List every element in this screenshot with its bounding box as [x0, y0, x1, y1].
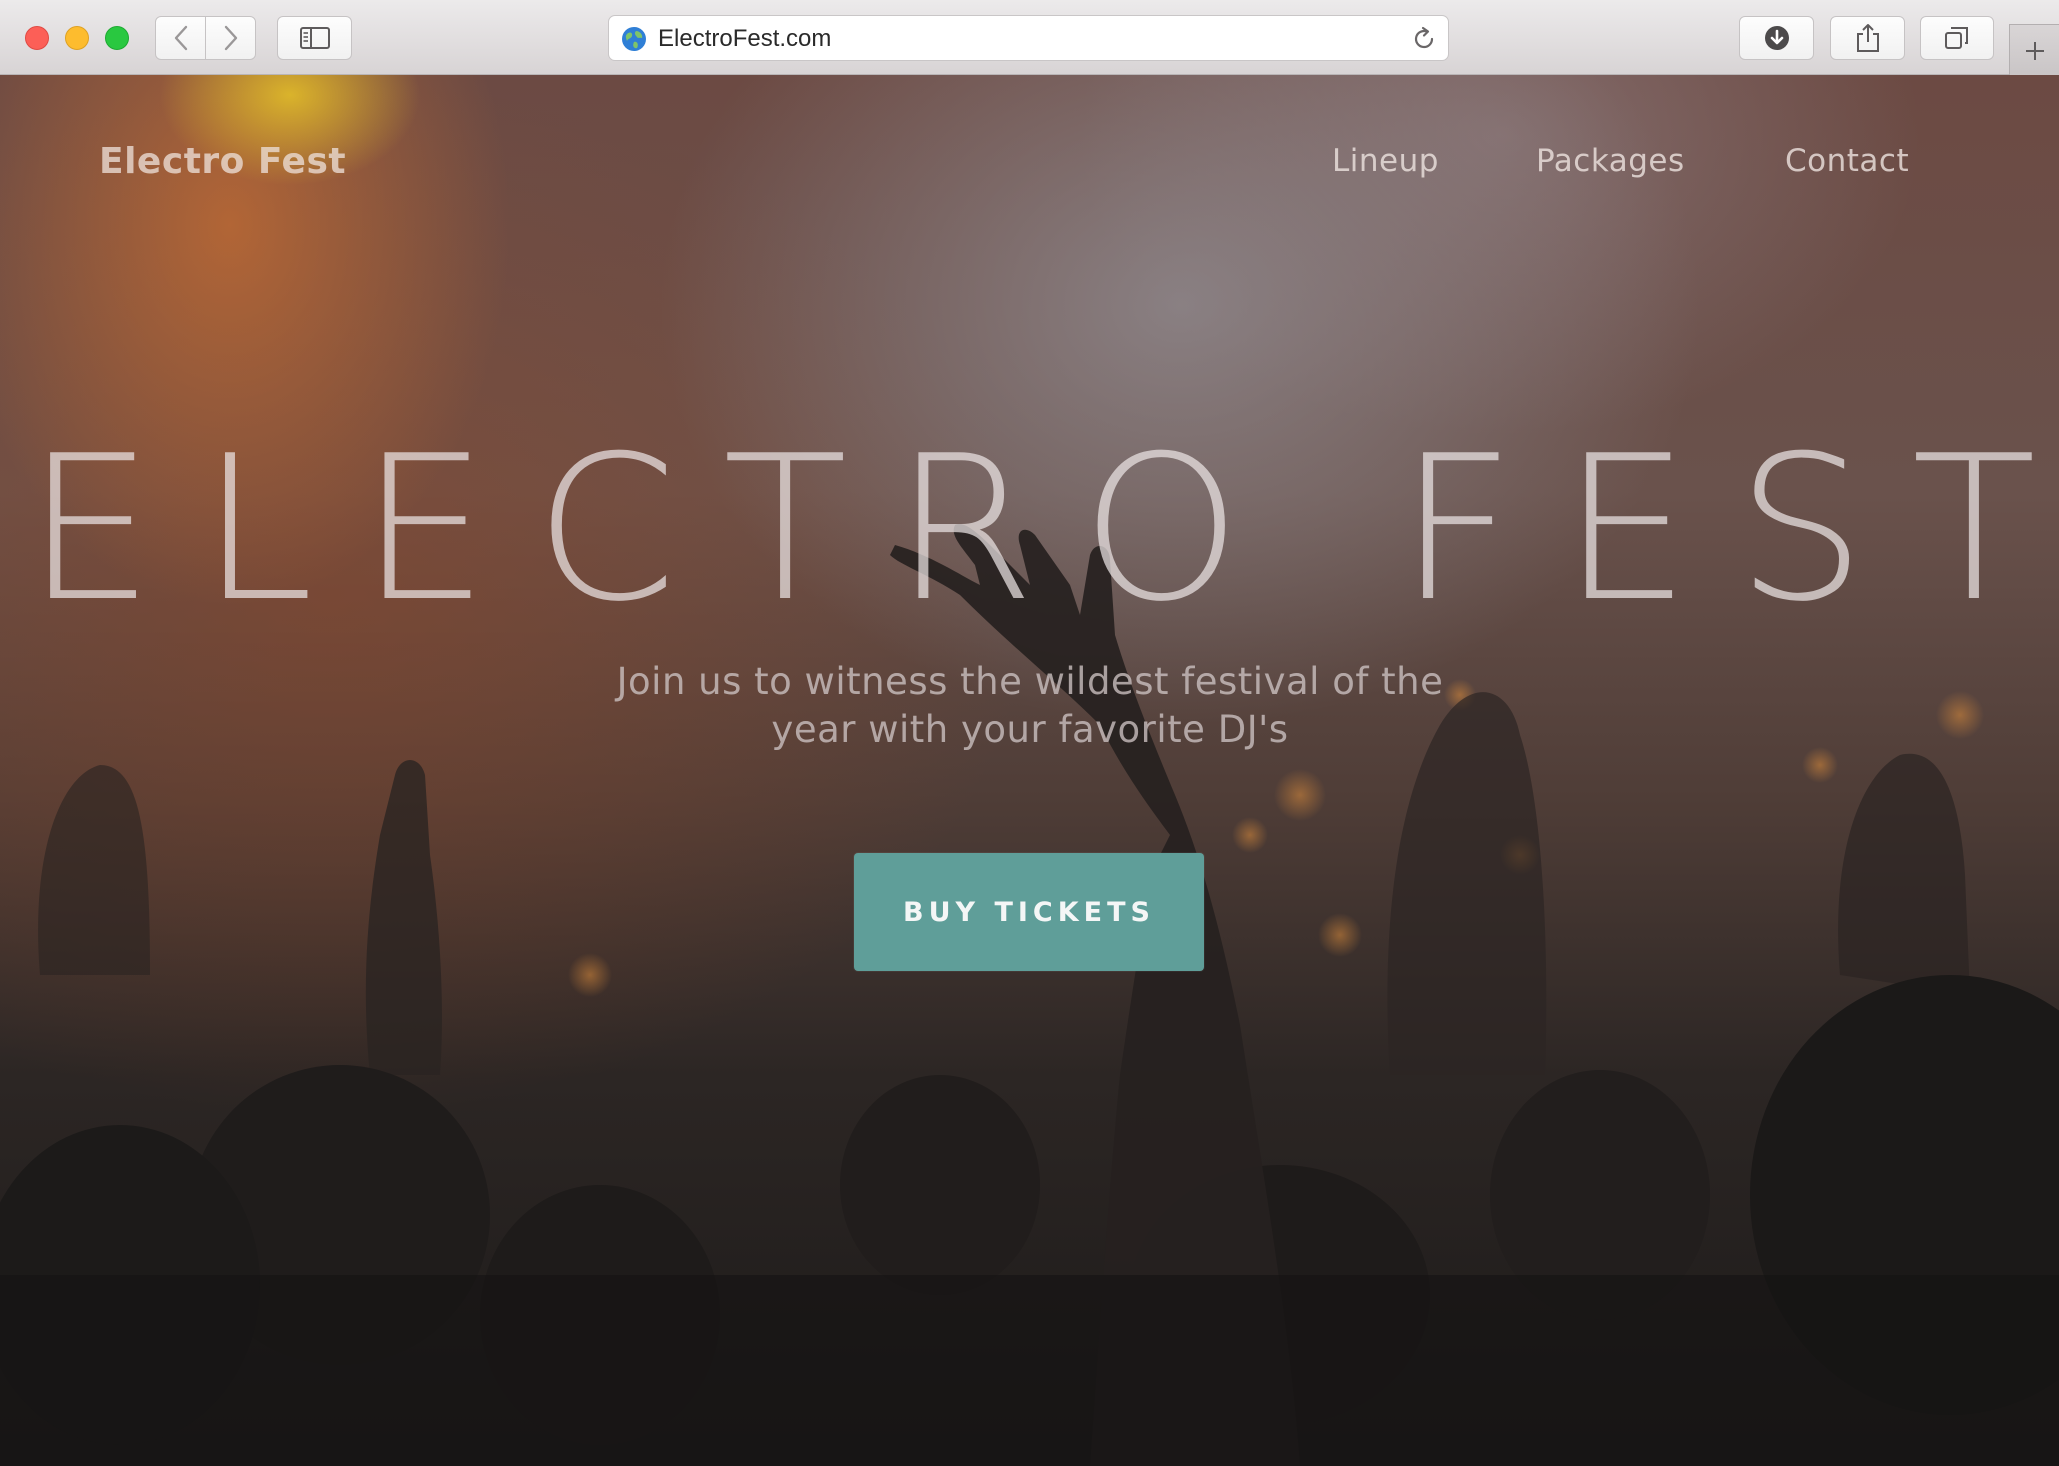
- hero-subtitle-line-1: Join us to witness the wildest festival …: [616, 660, 1444, 703]
- main-nav: Lineup Packages Contact: [0, 143, 2059, 193]
- address-bar[interactable]: ElectroFest.com: [608, 15, 1449, 61]
- sidebar-icon: [299, 27, 330, 49]
- plus-icon: [2025, 41, 2044, 60]
- nav-link-contact[interactable]: Contact: [1785, 143, 1909, 179]
- chevron-right-icon: [224, 25, 237, 51]
- hero-title: ELECTRO FEST: [25, 413, 2059, 646]
- url-text: ElectroFest.com: [658, 25, 832, 52]
- hero-subtitle-line-2: year with your favorite DJ's: [771, 708, 1289, 751]
- close-window-button[interactable]: [25, 26, 49, 50]
- globe-icon: [622, 27, 646, 51]
- hero-subtitle: Join us to witness the wildest festival …: [530, 658, 1530, 754]
- nav-link-packages[interactable]: Packages: [1536, 143, 1685, 179]
- browser-window: ElectroFest.com Electro Fest Lineup Pack…: [0, 0, 2059, 1466]
- downloads-button[interactable]: [1739, 16, 1814, 60]
- show-tabs-button[interactable]: [1920, 16, 1994, 60]
- history-nav-group: [155, 16, 256, 60]
- reload-icon[interactable]: [1410, 25, 1438, 53]
- buy-tickets-button[interactable]: BUY TICKETS: [854, 853, 1204, 971]
- concert-crowd-image: [0, 524, 2059, 1466]
- browser-toolbar: ElectroFest.com: [0, 0, 2059, 76]
- sidebar-toggle-button[interactable]: [277, 16, 352, 60]
- share-icon: [1856, 24, 1879, 52]
- minimize-window-button[interactable]: [65, 26, 89, 50]
- share-button[interactable]: [1830, 16, 1905, 60]
- forward-button[interactable]: [206, 17, 255, 59]
- chevron-left-icon: [174, 25, 187, 51]
- nav-link-lineup[interactable]: Lineup: [1332, 143, 1439, 179]
- download-icon: [1764, 26, 1789, 50]
- tabs-icon: [1945, 27, 1968, 49]
- new-tab-button[interactable]: [2009, 24, 2059, 76]
- hero-section: Electro Fest Lineup Packages Contact ELE…: [0, 75, 2059, 1466]
- back-button[interactable]: [156, 17, 206, 59]
- zoom-window-button[interactable]: [105, 26, 129, 50]
